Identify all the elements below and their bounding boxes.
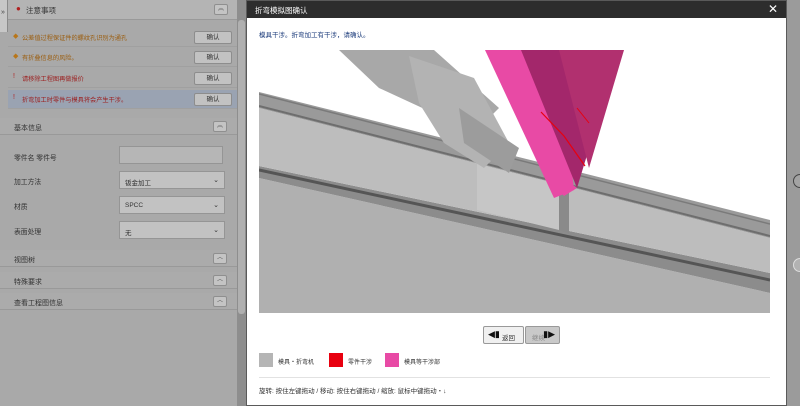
dialog-title-bar: 折弯模拟图确认 ✕: [247, 1, 786, 18]
select-value: 无: [125, 230, 132, 237]
dialog-title: 折弯模拟图确认: [255, 6, 308, 15]
confirm-button[interactable]: 确认: [194, 93, 232, 106]
scrollbar-thumb[interactable]: [238, 20, 245, 314]
side-circle-button[interactable]: [793, 174, 800, 188]
select-value: 钣金加工: [125, 180, 151, 187]
alert-dot-icon: ●: [16, 4, 21, 13]
legend-swatch-red: [329, 353, 343, 367]
note-item: ! 请移除工程图再做报价 确认: [8, 69, 237, 88]
drawing-info-title: 查看工程图信息: [14, 300, 63, 307]
view-tree-title: 视图树: [14, 257, 35, 264]
special-requirements-title: 特殊要求: [14, 279, 42, 286]
step-forward-icon: ▮▶: [543, 329, 555, 339]
error-exclamation-icon: !: [13, 73, 15, 80]
legend-label: 模具・折弯机: [278, 360, 315, 366]
confirm-button[interactable]: 确认: [194, 72, 232, 85]
previous-step-button[interactable]: ◀▮ 返回: [483, 326, 524, 344]
material-select[interactable]: SPCC ⌄: [119, 196, 225, 214]
chevron-down-icon: ⌄: [213, 202, 219, 209]
left-panel: » ● 注意事项 ︽ ◆ 公差值过程保证件的螺纹孔识别为通孔 确认 ◆ 有折叠信…: [0, 0, 237, 406]
view-tree-section-header[interactable]: 视图树 ︿: [0, 250, 237, 267]
confirm-button[interactable]: 确认: [194, 31, 232, 44]
surface-treatment-label: 表面处理: [14, 229, 42, 236]
part-name-label: 零件名 零件号: [14, 155, 57, 162]
basic-info-title: 基本信息: [14, 125, 42, 132]
notes-section-title: 注意事项: [26, 6, 56, 15]
side-circle-button[interactable]: [793, 258, 800, 272]
step-back-icon: ◀▮: [488, 329, 500, 339]
note-text: 请移除工程图再做报价: [22, 76, 84, 83]
note-text: 折弯加工时零件与模具将会产生干涉。: [22, 97, 128, 104]
collapse-basic-info-button[interactable]: ︽: [213, 121, 227, 132]
expand-view-tree-button[interactable]: ︿: [213, 253, 227, 264]
legend-label: 模具等干涉部: [404, 360, 441, 366]
expand-drawing-info-button[interactable]: ︿: [213, 296, 227, 307]
select-value: SPCC: [125, 202, 144, 209]
collapse-notes-button[interactable]: ︽: [214, 4, 228, 15]
legend-swatch-pink: [385, 353, 399, 367]
drawing-info-section-header[interactable]: 查看工程图信息 ︿: [0, 293, 237, 310]
confirm-button[interactable]: 确认: [194, 51, 232, 64]
notes-section-header[interactable]: ● 注意事项 ︽: [8, 0, 237, 20]
special-requirements-section-header[interactable]: 特殊要求 ︿: [0, 272, 237, 289]
next-step-button[interactable]: 继续 ▮▶: [525, 326, 560, 344]
note-text: 有折叠信息的风险。: [22, 55, 78, 62]
note-text: 公差值过程保证件的螺纹孔识别为通孔: [22, 35, 128, 42]
expand-panel-button[interactable]: »: [0, 0, 8, 32]
note-item: ◆ 有折叠信息的风险。 确认: [8, 48, 237, 67]
error-exclamation-icon: !: [13, 94, 15, 101]
close-icon[interactable]: ✕: [768, 2, 778, 16]
note-item: ◆ 公差值过程保证件的螺纹孔识别为通孔 确认: [8, 28, 237, 47]
material-label: 材质: [14, 204, 28, 211]
interference-message: 模具干涉。折弯加工有干涉，请确认。: [259, 32, 370, 39]
bend-simulation-dialog: 折弯模拟图确认 ✕ 模具干涉。折弯加工有干涉，请确认。 ◀▮ 返回 继续 ▮▶ …: [246, 0, 787, 406]
chevron-down-icon: ⌄: [213, 227, 219, 234]
process-method-select[interactable]: 钣金加工 ⌄: [119, 171, 225, 189]
chevron-down-icon: ⌄: [213, 177, 219, 184]
legend-swatch-gray: [259, 353, 273, 367]
3d-viewport[interactable]: [259, 48, 770, 313]
backdrop-right: [787, 0, 800, 406]
legend-label: 零件干涉: [348, 360, 373, 366]
previous-step-label: 返回: [502, 335, 515, 342]
note-item-selected: ! 折弯加工时零件与模具将会产生干涉。 确认: [8, 90, 237, 109]
bend-simulation-render: [259, 50, 770, 313]
surface-treatment-select[interactable]: 无 ⌄: [119, 221, 225, 239]
viewport-controls-hint: 旋转: 按住左键拖动 / 移动: 按住右键拖动 / 缩放: 鼠标中键拖动・↓: [259, 388, 447, 395]
double-chevron-right-icon: »: [1, 9, 5, 16]
part-name-input[interactable]: [119, 146, 223, 164]
warning-diamond-icon: ◆: [13, 33, 19, 40]
process-method-label: 加工方法: [14, 179, 42, 186]
basic-info-section-header[interactable]: 基本信息 ︽: [0, 118, 237, 135]
divider: [259, 377, 770, 378]
expand-special-requirements-button[interactable]: ︿: [213, 275, 227, 286]
warning-diamond-icon: ◆: [13, 53, 19, 60]
